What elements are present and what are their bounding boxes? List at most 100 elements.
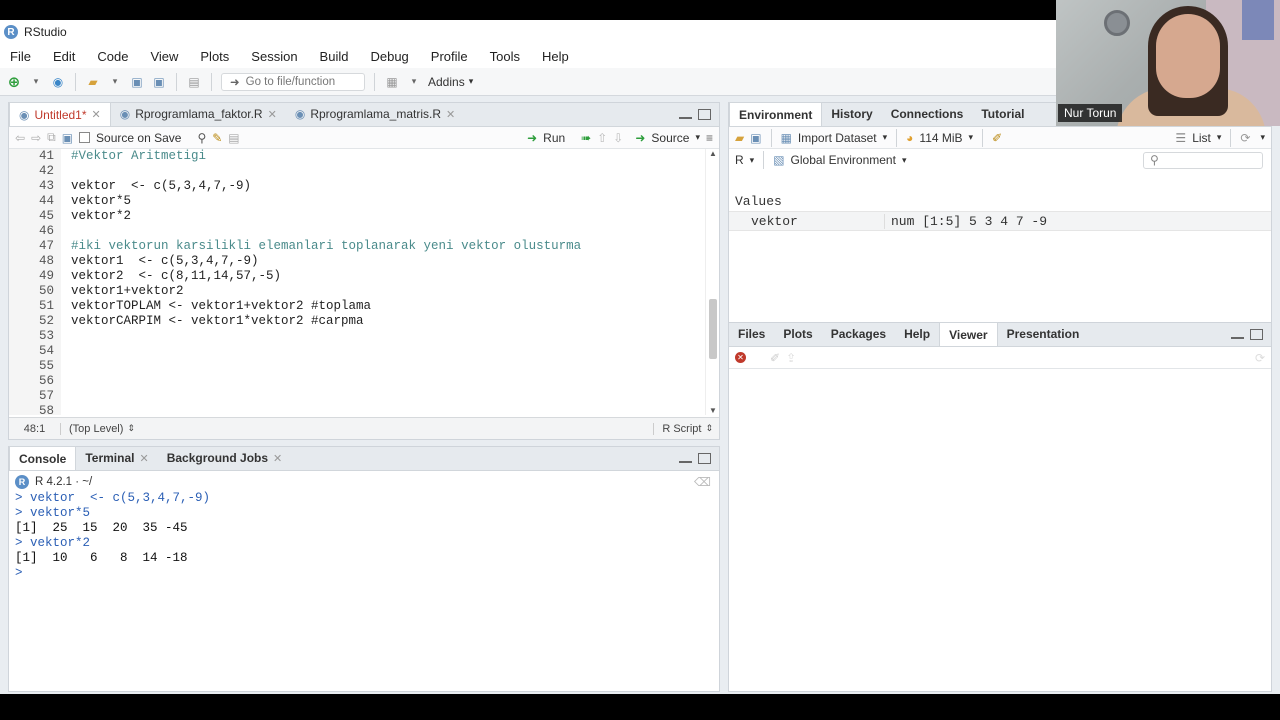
chevron-down-icon[interactable]: ▾ xyxy=(969,132,974,143)
close-icon[interactable]: ✕ xyxy=(92,108,101,121)
tab-files[interactable]: Files xyxy=(729,322,774,346)
print-icon[interactable]: ▤ xyxy=(186,74,202,90)
import-dataset-button[interactable]: Import Dataset xyxy=(798,131,877,145)
menu-code[interactable]: Code xyxy=(97,49,128,64)
tab-environment[interactable]: Environment xyxy=(729,102,823,126)
menu-plots[interactable]: Plots xyxy=(200,49,229,64)
search-icon[interactable]: ⚲ xyxy=(197,131,206,145)
file-type[interactable]: R Script xyxy=(653,422,701,435)
close-icon[interactable]: ✕ xyxy=(268,108,277,121)
tab-untitled1[interactable]: ◉ Untitled1* ✕ xyxy=(9,102,111,126)
broom-icon[interactable]: ✐ xyxy=(992,131,1002,145)
scrollbar-thumb[interactable] xyxy=(709,299,717,359)
source-arrow-icon[interactable]: ➜ xyxy=(635,131,645,145)
maximize-icon[interactable] xyxy=(698,109,711,120)
tab-connections[interactable]: Connections xyxy=(882,102,973,126)
run-button[interactable]: Run xyxy=(543,131,565,145)
code-line[interactable]: 42 xyxy=(9,164,705,179)
refresh-icon[interactable]: ⟳ xyxy=(1240,131,1250,145)
close-icon[interactable]: ✕ xyxy=(273,452,282,465)
tab-help[interactable]: Help xyxy=(895,322,939,346)
tab-console[interactable]: Console xyxy=(9,446,77,470)
environment-search-input[interactable]: ⚲ xyxy=(1143,151,1263,169)
source-button[interactable]: Source xyxy=(651,131,689,145)
chevron-down-icon[interactable]: ▾ xyxy=(1260,132,1265,143)
code-line[interactable]: 55 xyxy=(9,359,705,374)
goto-file-input[interactable]: ➜ Go to file/function xyxy=(221,72,365,91)
new-file-icon[interactable]: ⊕ xyxy=(6,74,22,91)
broom-icon[interactable]: ✐ xyxy=(770,351,780,365)
tab-packages[interactable]: Packages xyxy=(822,322,895,346)
compile-report-icon[interactable]: ▤ xyxy=(228,131,239,145)
code-editor[interactable]: 41 #Vektor Aritmetigi 42 43 vektor <- c(5,3,… xyxy=(9,149,705,415)
menu-edit[interactable]: Edit xyxy=(53,49,75,64)
go-up-icon[interactable]: ⇧ xyxy=(597,131,607,145)
code-line[interactable]: 45 vektor*2 xyxy=(9,209,705,224)
dropdown-arrow-icon[interactable]: ▾ xyxy=(28,74,44,90)
save-icon[interactable]: ▣ xyxy=(750,131,761,145)
menu-build[interactable]: Build xyxy=(320,49,349,64)
code-line[interactable]: 47 #iki vektorun karsilikli elemanlari to… xyxy=(9,239,705,254)
chevron-down-icon[interactable]: ▾ xyxy=(750,155,755,166)
code-tools-wand-icon[interactable]: ✎ xyxy=(212,131,222,145)
run-arrow-icon[interactable]: ➜ xyxy=(527,131,537,145)
rerun-icon[interactable]: ➠ xyxy=(581,131,591,145)
close-icon[interactable]: ✕ xyxy=(446,108,455,121)
tab-background-jobs[interactable]: Background Jobs ✕ xyxy=(158,446,292,470)
scope-label[interactable]: (Top Level) xyxy=(61,423,123,435)
language-select[interactable]: R xyxy=(735,153,744,167)
tab-viewer[interactable]: Viewer xyxy=(939,322,998,346)
code-line[interactable]: 54 xyxy=(9,344,705,359)
menu-session[interactable]: Session xyxy=(251,49,297,64)
close-icon[interactable]: ✕ xyxy=(139,452,148,465)
export-icon[interactable]: ⇪ xyxy=(786,351,796,365)
chevron-down-icon[interactable]: ▾ xyxy=(902,155,907,166)
chevron-down-icon[interactable]: ▾ xyxy=(883,132,888,143)
menu-view[interactable]: View xyxy=(150,49,178,64)
tab-presentation[interactable]: Presentation xyxy=(998,322,1089,346)
minimize-icon[interactable] xyxy=(679,116,692,119)
code-line[interactable]: 57 xyxy=(9,389,705,404)
outline-icon[interactable]: ≡ xyxy=(706,131,713,145)
grid-layout-icon[interactable]: ▦ xyxy=(384,74,400,90)
go-down-icon[interactable]: ⇩ xyxy=(613,131,623,145)
addins-menu[interactable]: Addins ▾ xyxy=(428,75,473,89)
code-line[interactable]: 44 vektor*5 xyxy=(9,194,705,209)
code-line[interactable]: 41 #Vektor Aritmetigi xyxy=(9,149,705,164)
menu-profile[interactable]: Profile xyxy=(431,49,468,64)
tab-terminal[interactable]: Terminal ✕ xyxy=(76,446,157,470)
source-on-save-checkbox[interactable] xyxy=(79,132,91,143)
dropdown-arrow-icon[interactable]: ▾ xyxy=(107,74,123,90)
menu-help[interactable]: Help xyxy=(542,49,569,64)
maximize-icon[interactable] xyxy=(698,453,711,464)
editor-scrollbar[interactable]: ▲ ▼ xyxy=(705,149,719,415)
tab-rprogramlama-matris[interactable]: ◉ Rprogramlama_matris.R ✕ xyxy=(286,102,464,126)
code-line[interactable]: 48 vektor1 <- c(5,3,4,7,-9) xyxy=(9,254,705,269)
tab-tutorial[interactable]: Tutorial xyxy=(972,102,1033,126)
tab-plots[interactable]: Plots xyxy=(774,322,821,346)
stop-icon[interactable]: ✕ xyxy=(735,352,746,363)
code-line[interactable]: 50 vektor1+vektor2 xyxy=(9,284,705,299)
show-in-window-icon[interactable]: ⧉ xyxy=(47,130,56,145)
list-view-toggle[interactable]: List xyxy=(1192,131,1211,145)
save-icon[interactable]: ▣ xyxy=(62,131,73,145)
save-icon[interactable]: ▣ xyxy=(129,74,145,90)
minimize-icon[interactable] xyxy=(1231,336,1244,339)
tab-history[interactable]: History xyxy=(822,102,881,126)
updown-icon[interactable]: ⇕ xyxy=(705,423,713,434)
console-output[interactable]: > vektor <- c(5,3,4,7,-9) > vektor*5 [1] 2… xyxy=(15,491,713,691)
code-line[interactable]: 46 xyxy=(9,224,705,239)
code-line[interactable]: 56 xyxy=(9,374,705,389)
menu-debug[interactable]: Debug xyxy=(370,49,408,64)
memory-usage[interactable]: 114 MiB xyxy=(919,131,962,145)
tab-rprogramlama-faktor[interactable]: ◉ Rprogramlama_faktor.R ✕ xyxy=(111,102,286,126)
maximize-icon[interactable] xyxy=(1250,329,1263,340)
minimize-icon[interactable] xyxy=(679,460,692,463)
open-folder-icon[interactable]: ▰ xyxy=(735,131,744,145)
refresh-icon[interactable]: ⟳ xyxy=(1255,351,1265,365)
chevron-down-icon[interactable]: ▾ xyxy=(1217,132,1222,143)
dropdown-arrow-icon[interactable]: ▾ xyxy=(406,74,422,90)
forward-arrow-icon[interactable]: ⇨ xyxy=(31,131,41,145)
new-project-icon[interactable]: ◉ xyxy=(50,74,66,90)
code-line[interactable]: 53 xyxy=(9,329,705,344)
